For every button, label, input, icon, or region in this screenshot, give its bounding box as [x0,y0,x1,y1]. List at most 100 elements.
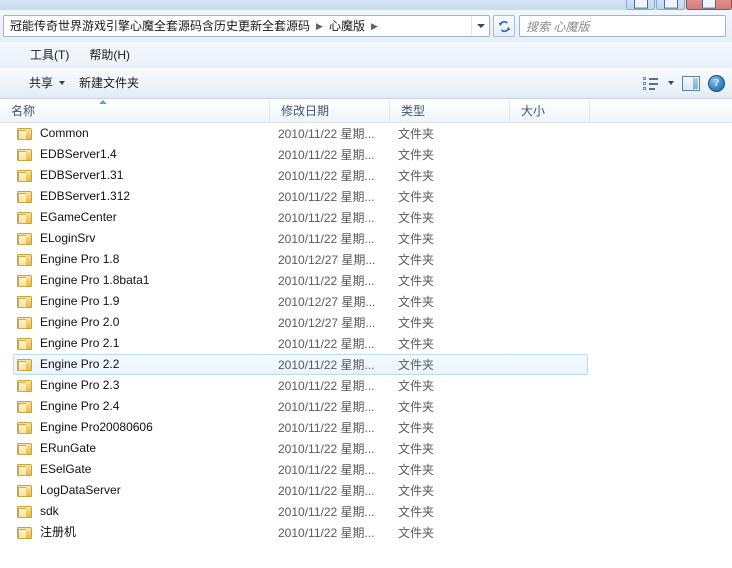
minimize-button[interactable] [626,0,655,10]
table-row[interactable]: Engine Pro 2.0 2010/12/27 星期... 文件夹 [0,312,732,333]
table-row[interactable]: Common 2010/11/22 星期... 文件夹 [0,123,732,144]
cell-name[interactable]: sdk [17,501,267,522]
file-name-label: Engine Pro 2.2 [40,357,120,371]
cell-name[interactable]: EDBServer1.31 [17,165,267,186]
cell-size [518,438,588,459]
cell-size [518,165,588,186]
cell-date: 2010/11/22 星期... [278,379,375,393]
column-header-row: 名称 修改日期 类型 大小 [0,99,732,123]
table-row[interactable]: Engine Pro 2.2 2010/11/22 星期... 文件夹 [0,354,732,375]
cell-name[interactable]: ERunGate [17,438,267,459]
address-history-dropdown[interactable] [471,16,489,36]
cell-name[interactable]: EDBServer1.4 [17,144,267,165]
column-header-size[interactable]: 大小 [510,99,590,122]
file-name-label: EDBServer1.312 [40,189,131,203]
new-folder-button[interactable]: 新建文件夹 [72,72,146,94]
file-name-label: ESelGate [40,462,92,476]
file-name-label: Engine Pro 1.8 [40,252,120,266]
cell-name[interactable]: Engine Pro 2.1 [17,333,267,354]
cell-name[interactable]: EDBServer1.312 [17,186,267,207]
table-row[interactable]: EDBServer1.4 2010/11/22 星期... 文件夹 [0,144,732,165]
table-row[interactable]: sdk 2010/11/22 星期... 文件夹 [0,501,732,522]
file-name-label: Engine Pro20080606 [40,420,153,434]
cell-name[interactable]: Engine Pro 2.3 [17,375,267,396]
cell-name[interactable]: 注册机 [17,522,267,543]
cell-name[interactable]: LogDataServer [17,480,267,501]
table-row[interactable]: Engine Pro 2.4 2010/11/22 星期... 文件夹 [0,396,732,417]
table-row[interactable]: ELoginSrv 2010/11/22 星期... 文件夹 [0,228,732,249]
table-row[interactable]: ESelGate 2010/11/22 星期... 文件夹 [0,459,732,480]
table-row[interactable]: LogDataServer 2010/11/22 星期... 文件夹 [0,480,732,501]
table-row[interactable]: ERunGate 2010/11/22 星期... 文件夹 [0,438,732,459]
preview-pane-icon [682,75,700,91]
cell-type: 文件夹 [398,295,435,309]
column-header-extra[interactable] [590,99,732,122]
table-row[interactable]: Engine Pro 2.3 2010/11/22 星期... 文件夹 [0,375,732,396]
cell-name[interactable]: ESelGate [17,459,267,480]
table-row[interactable]: 注册机 2010/11/22 星期... 文件夹 [0,522,732,543]
table-row[interactable]: Engine Pro 2.1 2010/11/22 星期... 文件夹 [0,333,732,354]
search-box[interactable]: 搜索 心魔版 [519,15,726,37]
column-header-date[interactable]: 修改日期 [270,99,390,122]
cell-date: 2010/11/22 星期... [278,190,375,204]
cell-date: 2010/11/22 星期... [278,463,375,477]
help-button[interactable]: ? [705,73,728,94]
menu-item-tools[interactable]: 工具(T) [22,45,77,65]
cell-size [518,291,588,312]
column-header-type[interactable]: 类型 [390,99,510,122]
breadcrumb[interactable]: 冠能传奇世界游戏引擎心魔全套源码含历史更新全套源码 ▶ 心魔版 ▶ [4,17,471,35]
cell-name[interactable]: Engine Pro 1.8bata1 [17,270,267,291]
table-row[interactable]: Engine Pro 1.9 2010/12/27 星期... 文件夹 [0,291,732,312]
cell-size [518,186,588,207]
cell-type: 文件夹 [398,442,435,456]
cell-name[interactable]: Engine Pro 1.8 [17,249,267,270]
table-row[interactable]: EDBServer1.312 2010/11/22 星期... 文件夹 [0,186,732,207]
cell-name[interactable]: Engine Pro 2.4 [17,396,267,417]
cell-date: 2010/12/27 星期... [278,295,376,309]
cell-type: 文件夹 [398,316,435,330]
file-list[interactable]: Common 2010/11/22 星期... 文件夹 EDBServer1.4 201… [0,123,732,568]
cell-date: 2010/11/22 星期... [278,127,375,141]
breadcrumb-item-1[interactable]: 心魔版 [327,17,367,35]
search-input[interactable]: 搜索 心魔版 [520,18,589,35]
table-row[interactable]: Engine Pro 1.8bata1 2010/11/22 星期... 文件夹 [0,270,732,291]
cell-date: 2010/11/22 星期... [278,358,375,372]
command-toolbar: 共享 新建文件夹 ? [0,68,732,99]
breadcrumb-separator-icon-2[interactable]: ▶ [367,18,382,34]
file-name-label: Engine Pro 1.9 [40,294,120,308]
table-row[interactable]: EDBServer1.31 2010/11/22 星期... 文件夹 [0,165,732,186]
share-label: 共享 [29,76,54,90]
cell-name[interactable]: Engine Pro 2.0 [17,312,267,333]
preview-pane-button[interactable] [679,74,703,93]
cell-date: 2010/11/22 星期... [278,400,375,414]
cell-name[interactable]: Common [17,123,267,144]
cell-type: 文件夹 [398,379,435,393]
share-button[interactable]: 共享 [22,72,72,94]
column-header-name[interactable]: 名称 [0,99,270,122]
cell-name[interactable]: Engine Pro 2.2 [17,354,267,375]
toolbar-left-group: 共享 新建文件夹 [0,72,638,94]
explorer-window: 冠能传奇世界游戏引擎心魔全套源码含历史更新全套源码 ▶ 心魔版 ▶ 搜索 心魔版… [0,0,732,568]
menu-bar: 工具(T) 帮助(H) [0,42,732,68]
menu-item-help[interactable]: 帮助(H) [81,45,138,65]
table-row[interactable]: Engine Pro20080606 2010/11/22 星期... 文件夹 [0,417,732,438]
table-row[interactable]: EGameCenter 2010/11/22 星期... 文件夹 [0,207,732,228]
address-bar[interactable]: 冠能传奇世界游戏引擎心魔全套源码含历史更新全套源码 ▶ 心魔版 ▶ [3,15,490,37]
breadcrumb-item-0[interactable]: 冠能传奇世界游戏引擎心魔全套源码含历史更新全套源码 [8,17,312,35]
cell-name[interactable]: ELoginSrv [17,228,267,249]
file-name-label: EDBServer1.4 [40,147,117,161]
maximize-button[interactable] [656,0,685,10]
maximize-icon [663,0,678,9]
cell-name[interactable]: EGameCenter [17,207,267,228]
new-folder-label: 新建文件夹 [79,76,140,90]
change-view-button[interactable] [640,75,661,92]
cell-name[interactable]: Engine Pro 1.9 [17,291,267,312]
change-view-dropdown[interactable] [663,79,677,87]
folder-icon [17,232,33,246]
cell-name[interactable]: Engine Pro20080606 [17,417,267,438]
chevron-down-icon [59,81,66,85]
table-row[interactable]: Engine Pro 1.8 2010/12/27 星期... 文件夹 [0,249,732,270]
close-button[interactable] [686,0,732,10]
folder-icon [17,148,33,162]
refresh-button[interactable] [493,15,515,37]
